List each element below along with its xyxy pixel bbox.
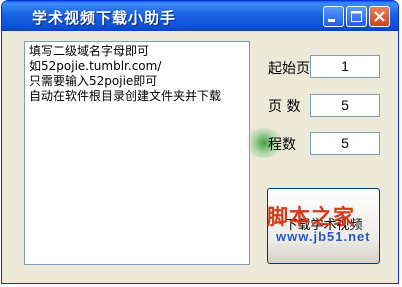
title-bar[interactable]: 学术视频下载小助手 — [2, 1, 398, 31]
instructions-memo[interactable]: 填写二级域名字母即可 如52pojie.tumblr.com/ 只需要输入52p… — [24, 41, 250, 265]
maximize-button[interactable] — [346, 6, 367, 27]
window-title: 学术视频下载小助手 — [32, 9, 177, 27]
pages-input[interactable]: 5 — [310, 94, 380, 117]
minimize-icon — [328, 19, 335, 22]
maximize-icon — [351, 11, 362, 22]
minimize-button[interactable] — [323, 6, 344, 27]
start-page-label: 起始页 — [268, 61, 310, 77]
app-window: 学术视频下载小助手 填写二级域名字母即可 如52pojie.tumblr.com… — [1, 0, 399, 284]
start-page-input[interactable]: 1 — [310, 55, 380, 78]
threads-input[interactable]: 5 — [310, 132, 380, 155]
memo-line: 自动在软件根目录创建文件夹并下载 — [29, 89, 222, 103]
watermark-url: www.jb51.net — [276, 229, 371, 244]
close-icon — [374, 11, 385, 22]
memo-line: 只需要输入52pojie即可 — [29, 74, 158, 88]
pages-label: 页 数 — [268, 99, 301, 115]
memo-line: 填写二级域名字母即可 — [29, 44, 150, 58]
watermark-text: 脚本之家 — [267, 205, 355, 229]
memo-line: 如52pojie.tumblr.com/ — [29, 59, 162, 73]
close-button[interactable] — [369, 6, 390, 27]
threads-label: 程数 — [268, 137, 296, 153]
